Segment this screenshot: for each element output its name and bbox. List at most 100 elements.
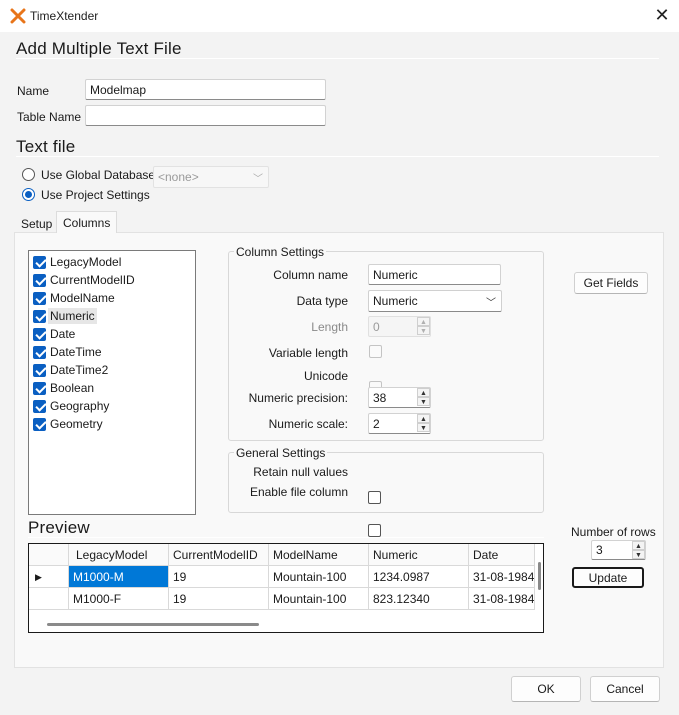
- global-database-label: Use Global Database: [41, 168, 156, 182]
- enable-file-column-checkbox[interactable]: [368, 524, 381, 537]
- row-pointer-icon[interactable]: ▶: [29, 566, 69, 588]
- grid-cell[interactable]: M1000-M: [69, 566, 169, 588]
- grid-header-cell[interactable]: ModelName: [269, 544, 369, 566]
- checkbox[interactable]: [33, 273, 46, 287]
- list-item[interactable]: DateTime: [33, 343, 104, 361]
- numeric-precision-stepper[interactable]: ▲▼: [368, 387, 431, 408]
- data-type-select[interactable]: Numeric ﹀: [368, 290, 502, 312]
- preview-title: Preview: [28, 518, 90, 537]
- name-input[interactable]: [85, 79, 326, 100]
- grid-cell[interactable]: 1234.0987: [369, 566, 469, 588]
- global-database-radio[interactable]: [22, 168, 35, 181]
- get-fields-button[interactable]: Get Fields: [574, 272, 648, 294]
- checkbox[interactable]: [33, 399, 46, 413]
- general-settings-group: [228, 452, 544, 513]
- window-title: TimeXtender: [30, 9, 99, 23]
- tab-setup[interactable]: Setup: [15, 213, 58, 235]
- retain-null-label: Retain null values: [253, 465, 348, 479]
- enable-file-column-label: Enable file column: [249, 485, 348, 499]
- spin-down-icon[interactable]: ▼: [632, 550, 645, 559]
- grid-cell[interactable]: Mountain-100: [269, 566, 369, 588]
- grid-cell[interactable]: 31-08-1984: [469, 588, 535, 610]
- spin-down-icon[interactable]: ▼: [417, 397, 430, 406]
- checkbox[interactable]: [33, 417, 46, 431]
- columns-list[interactable]: LegacyModel CurrentModelID ModelName Num…: [28, 250, 196, 515]
- close-icon[interactable]: ✕: [650, 5, 674, 27]
- list-item[interactable]: Geometry: [33, 415, 105, 433]
- numeric-precision-label: Numeric precision:: [248, 391, 348, 405]
- table-name-input[interactable]: [85, 105, 326, 126]
- chevron-down-icon: ﹀: [486, 298, 496, 309]
- grid-cell[interactable]: 19: [169, 588, 269, 610]
- scroll-thumb[interactable]: [538, 562, 541, 590]
- list-item[interactable]: Boolean: [33, 379, 96, 397]
- project-settings-label: Use Project Settings: [41, 188, 150, 202]
- preview-divider: [28, 537, 544, 538]
- text-file-divider: [16, 156, 659, 157]
- list-item[interactable]: LegacyModel: [33, 253, 123, 271]
- checkbox[interactable]: [33, 309, 46, 323]
- grid-cell[interactable]: 19: [169, 566, 269, 588]
- spin-up-icon[interactable]: ▲: [632, 541, 645, 550]
- horizontal-scrollbar[interactable]: [29, 618, 535, 632]
- numeric-scale-stepper[interactable]: ▲▼: [368, 413, 431, 434]
- preview-grid[interactable]: LegacyModel CurrentModelID ModelName Num…: [28, 543, 544, 633]
- chevron-down-icon: ﹀: [253, 174, 263, 185]
- scroll-thumb[interactable]: [47, 623, 259, 626]
- checkbox[interactable]: [33, 255, 46, 269]
- grid-header-cell[interactable]: CurrentModelID: [169, 544, 269, 566]
- list-item[interactable]: DateTime2: [33, 361, 110, 379]
- title-bar: [0, 0, 679, 32]
- grid-header-cell[interactable]: Numeric: [369, 544, 469, 566]
- global-database-value: <none>: [158, 170, 199, 184]
- checkbox[interactable]: [33, 327, 46, 341]
- grid-header-cell[interactable]: Date: [469, 544, 535, 566]
- checkbox[interactable]: [33, 381, 46, 395]
- text-file-title: Text file: [16, 137, 76, 156]
- list-item[interactable]: Geography: [33, 397, 111, 415]
- grid-header-cell[interactable]: LegacyModel: [69, 544, 169, 566]
- cancel-button[interactable]: Cancel: [590, 676, 660, 702]
- checkbox[interactable]: [33, 363, 46, 377]
- ok-button[interactable]: OK: [511, 676, 581, 702]
- number-of-rows-label: Number of rows: [571, 525, 656, 539]
- retain-null-checkbox[interactable]: [368, 491, 381, 504]
- column-name-input[interactable]: [368, 264, 501, 285]
- spin-down-icon[interactable]: ▼: [417, 423, 430, 432]
- spin-down-icon: ▼: [417, 326, 430, 335]
- project-settings-radio[interactable]: [22, 188, 35, 201]
- list-item[interactable]: Numeric: [33, 307, 97, 325]
- data-type-value: Numeric: [373, 294, 418, 308]
- spin-up-icon[interactable]: ▲: [417, 388, 430, 397]
- spin-up-icon: ▲: [417, 317, 430, 326]
- checkbox[interactable]: [33, 345, 46, 359]
- list-item[interactable]: CurrentModelID: [33, 271, 137, 289]
- length-stepper: ▲▼: [368, 316, 431, 337]
- numeric-scale-label: Numeric scale:: [268, 417, 348, 431]
- column-settings-title: Column Settings: [234, 245, 327, 259]
- name-label: Name: [17, 84, 50, 98]
- tab-columns[interactable]: Columns: [56, 211, 118, 233]
- list-item[interactable]: ModelName: [33, 289, 117, 307]
- checkbox[interactable]: [33, 291, 46, 305]
- grid-cell[interactable]: M1000-F: [69, 588, 169, 610]
- number-of-rows-stepper[interactable]: ▲▼: [591, 540, 646, 560]
- vertical-scrollbar[interactable]: [535, 544, 543, 614]
- unicode-label: Unicode: [303, 369, 348, 383]
- data-type-label: Data type: [296, 294, 348, 308]
- global-database-select: <none> ﹀: [153, 166, 269, 188]
- update-button[interactable]: Update: [572, 567, 644, 588]
- grid-cell[interactable]: 31-08-1984: [469, 566, 535, 588]
- spin-up-icon[interactable]: ▲: [417, 414, 430, 423]
- grid-cell[interactable]: 823.12340: [369, 588, 469, 610]
- dialog-title: Add Multiple Text File: [16, 39, 182, 58]
- list-item[interactable]: Date: [33, 325, 77, 343]
- variable-length-checkbox: [369, 345, 382, 358]
- grid-cell[interactable]: Mountain-100: [269, 588, 369, 610]
- length-label: Length: [311, 320, 348, 334]
- table-name-label: Table Name: [17, 110, 82, 124]
- variable-length-label: Variable length: [268, 346, 348, 360]
- grid-row-header[interactable]: [29, 588, 69, 610]
- header-divider: [16, 58, 659, 59]
- grid-header-cell: [29, 544, 69, 566]
